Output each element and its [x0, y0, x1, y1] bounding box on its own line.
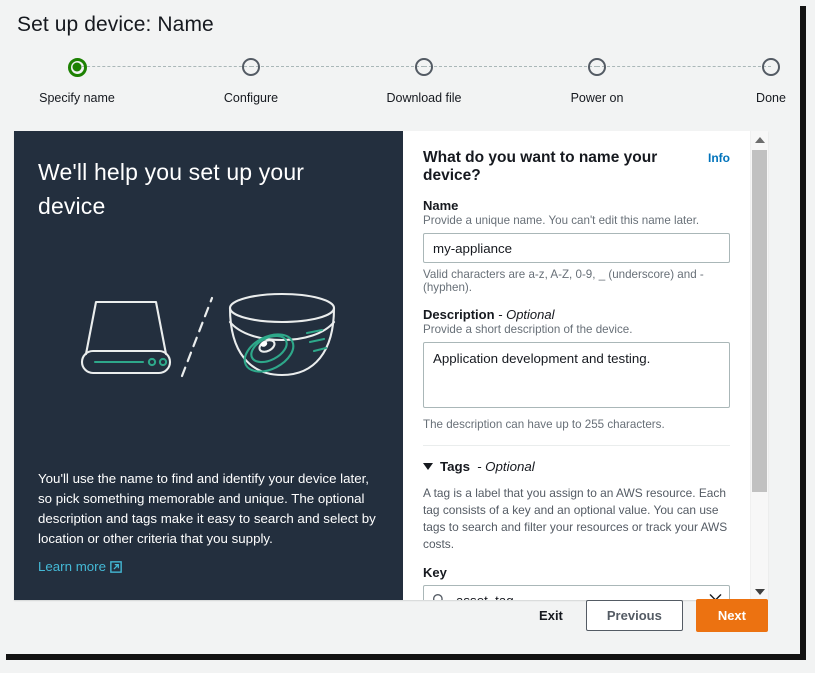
name-field-label: Name	[423, 198, 730, 213]
external-link-icon	[110, 561, 122, 573]
description-label-text: Description	[423, 307, 495, 322]
stepper-label-2: Configure	[191, 91, 311, 105]
form-heading: What do you want to name your device?	[423, 149, 699, 185]
stepper-circle-icon	[762, 58, 780, 76]
intro-body-text: You'll use the name to find and identify…	[38, 471, 376, 546]
intro-body-wrap: You'll use the name to find and identify…	[38, 469, 383, 577]
stepper-marker-wrap-4	[537, 52, 657, 82]
scrollbar-thumb[interactable]	[752, 150, 767, 492]
name-validation-hint: Valid characters are a-z, A-Z, 0-9, _ (u…	[423, 268, 730, 294]
screenshot-root: Set up device: Name Specify name Configu…	[0, 0, 815, 673]
exit-button[interactable]: Exit	[529, 602, 573, 629]
intro-panel: We'll help you set up your device	[14, 131, 403, 600]
tag-key-input[interactable]	[423, 585, 730, 600]
description-limit-hint: The description can have up to 255 chara…	[423, 418, 730, 431]
learn-more-label: Learn more	[38, 557, 106, 577]
previous-button[interactable]: Previous	[586, 600, 683, 631]
stepper-marker-wrap-3	[364, 52, 484, 82]
stepper-circle-icon	[588, 58, 606, 76]
tag-key-field	[423, 585, 730, 600]
tags-section-label: Tags	[440, 459, 470, 474]
stepper-step-power-on[interactable]: Power on	[537, 52, 657, 105]
stepper-step-configure[interactable]: Configure	[191, 52, 311, 105]
name-field-hint: Provide a unique name. You can't edit th…	[423, 214, 730, 227]
arrow-up-glyph	[755, 137, 765, 143]
stepper-marker-wrap-1	[17, 52, 137, 82]
learn-more-link[interactable]: Learn more	[38, 557, 122, 577]
page-title: Set up device: Name	[17, 13, 214, 37]
next-button[interactable]: Next	[696, 599, 768, 632]
stepper-marker-wrap-5	[711, 52, 800, 82]
chevron-down-icon	[423, 463, 433, 470]
stepper-circle-active-icon	[68, 58, 87, 77]
description-textarea[interactable]	[423, 342, 730, 408]
description-field-label: Description - Optional	[423, 307, 730, 322]
stepper-step-download-file[interactable]: Download file	[364, 52, 484, 105]
stepper-label-1: Specify name	[17, 91, 137, 105]
stepper-step-done[interactable]: Done	[711, 52, 800, 105]
wizard-footer: Exit Previous Next	[529, 599, 768, 632]
description-field-hint: Provide a short description of the devic…	[423, 323, 730, 336]
stepper-step-specify-name[interactable]: Specify name	[17, 52, 137, 105]
tags-optional-suffix: - Optional	[477, 459, 535, 474]
scroll-up-arrow-icon[interactable]	[751, 131, 768, 148]
stepper-circle-icon	[415, 58, 433, 76]
intro-heading: We'll help you set up your device	[38, 155, 338, 223]
stepper-label-4: Power on	[537, 91, 657, 105]
wizard-content: We'll help you set up your device	[14, 131, 768, 600]
scroll-down-arrow-icon[interactable]	[751, 583, 768, 600]
stepper-marker-wrap-2	[191, 52, 311, 82]
form-panel: What do you want to name your device? In…	[403, 131, 768, 600]
arrow-down-glyph	[755, 589, 765, 595]
name-input[interactable]	[423, 233, 730, 263]
info-link[interactable]: Info	[708, 151, 730, 165]
form-scroll-area: What do you want to name your device? In…	[403, 131, 750, 600]
tags-section-toggle[interactable]: Tags - Optional	[423, 459, 730, 474]
stepper-label-5: Done	[711, 91, 800, 105]
wizard-page: Set up device: Name Specify name Configu…	[0, 0, 800, 654]
section-divider	[423, 445, 730, 446]
wizard-stepper: Specify name Configure Download file Pow…	[17, 52, 782, 110]
stepper-circle-icon	[242, 58, 260, 76]
device-illustration	[64, 276, 354, 386]
stepper-label-3: Download file	[364, 91, 484, 105]
tag-key-label: Key	[423, 565, 730, 580]
form-heading-row: What do you want to name your device? In…	[423, 149, 730, 185]
form-scrollbar[interactable]	[750, 131, 768, 600]
spacer	[423, 294, 730, 307]
learn-more-wrap: Learn more	[38, 549, 383, 577]
tags-description: A tag is a label that you assign to an A…	[423, 485, 730, 553]
description-optional-suffix: - Optional	[498, 307, 554, 322]
